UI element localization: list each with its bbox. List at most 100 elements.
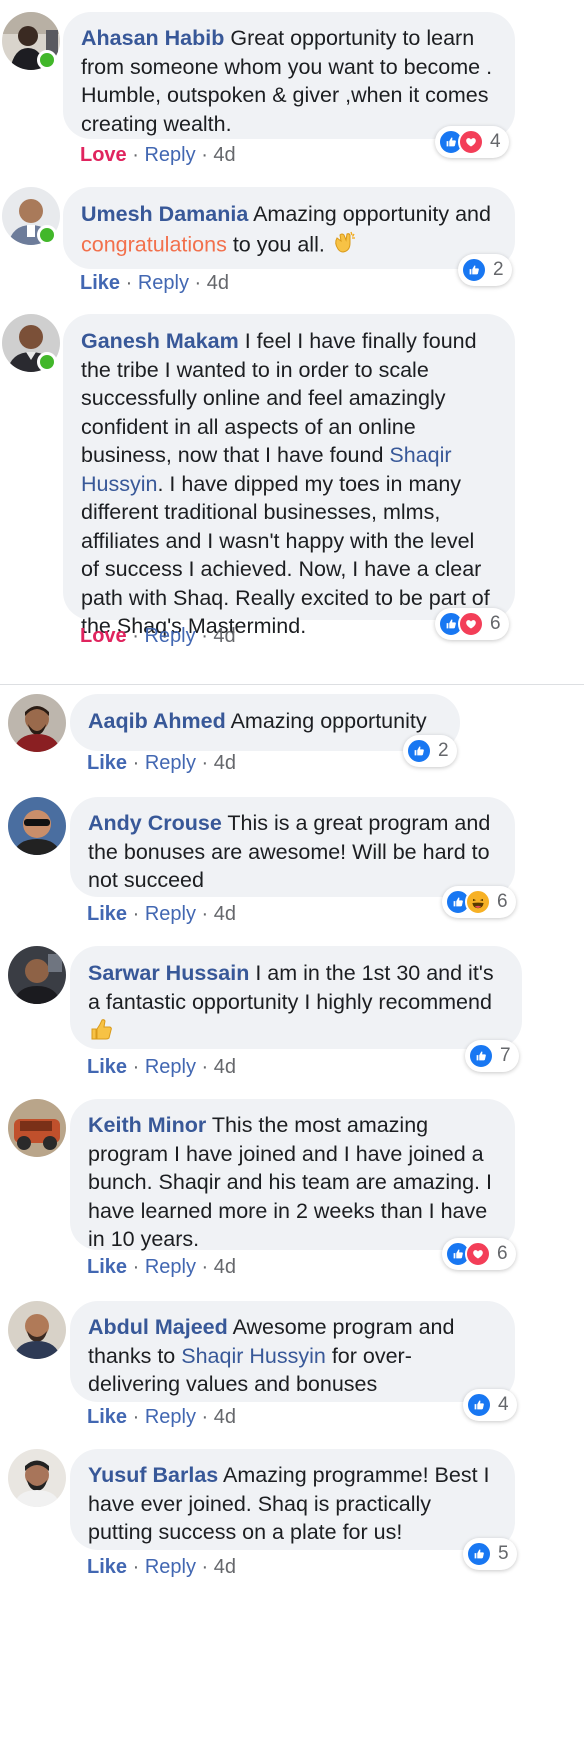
comment-timestamp[interactable]: 4d <box>214 752 236 774</box>
love-icon <box>458 611 484 637</box>
separator: · <box>201 903 209 925</box>
reply-button[interactable]: Reply <box>145 1556 196 1578</box>
like-icon <box>466 1392 492 1418</box>
reply-button[interactable]: Reply <box>145 1256 196 1278</box>
reaction-summary[interactable]: 2 <box>458 254 512 286</box>
comment-actions: Like · Reply · 4d <box>87 752 236 775</box>
love-reaction-button[interactable]: Love <box>80 144 127 166</box>
comment-timestamp[interactable]: 4d <box>214 1556 236 1578</box>
reaction-summary[interactable]: 6 <box>435 608 509 640</box>
comment-actions: Like · Reply · 4d <box>87 1406 236 1429</box>
reply-button[interactable]: Reply <box>145 903 196 925</box>
comment-timestamp[interactable]: 4d <box>207 272 229 294</box>
like-button[interactable]: Like <box>87 1406 127 1428</box>
comment-actions: Love · Reply · 4d <box>80 144 236 167</box>
like-button[interactable]: Like <box>87 903 127 925</box>
mention-link[interactable]: Shaqir Hussyin <box>181 1344 326 1368</box>
separator: · <box>132 1256 140 1278</box>
comment-bubble: Ganesh Makam I feel I have finally found… <box>63 314 515 638</box>
comment-author-link[interactable]: Andy Crouse <box>88 811 222 835</box>
comment-text: . I have dipped my toes in many differen… <box>81 471 490 639</box>
reply-button[interactable]: Reply <box>144 625 195 647</box>
comment-bubble: Keith Minor This the most amazing progra… <box>70 1099 515 1251</box>
separator: · <box>132 1056 140 1078</box>
love-icon <box>465 1241 491 1267</box>
comment-timestamp[interactable]: 4d <box>214 1256 236 1278</box>
congratulations-highlight: congratulations <box>81 231 227 256</box>
online-status-indicator <box>37 225 57 245</box>
comment-timestamp[interactable]: 4d <box>213 144 235 166</box>
reply-button[interactable]: Reply <box>145 1056 196 1078</box>
thumbs-up-emoji <box>88 1016 114 1050</box>
online-status-indicator <box>37 50 57 70</box>
comment-bubble: Yusuf Barlas Amazing programme! Best I h… <box>70 1449 515 1550</box>
reply-button[interactable]: Reply <box>144 144 195 166</box>
separator: · <box>132 1556 140 1578</box>
comment-actions: Like · Reply · 4d <box>87 903 236 926</box>
avatar[interactable] <box>8 694 66 752</box>
comment-bubble: Sarwar Hussain I am in the 1st 30 and it… <box>70 946 522 1049</box>
avatar[interactable] <box>8 946 66 1004</box>
comment-text: to you all. <box>232 231 325 256</box>
section-divider <box>0 684 584 685</box>
like-button[interactable]: Like <box>87 752 127 774</box>
comment-actions: Love · Reply · 4d <box>80 625 236 648</box>
avatar[interactable] <box>8 1099 66 1157</box>
reaction-count: 2 <box>493 259 504 280</box>
comment-author-link[interactable]: Ganesh Makam <box>81 329 239 353</box>
reaction-count: 5 <box>498 1543 509 1564</box>
reply-button[interactable]: Reply <box>145 752 196 774</box>
reaction-count: 6 <box>497 1243 508 1264</box>
like-button[interactable]: Like <box>80 272 120 294</box>
avatar[interactable] <box>8 797 66 855</box>
comment-actions: Like · Reply · 4d <box>87 1556 236 1579</box>
comment-author-link[interactable]: Sarwar Hussain <box>88 961 249 985</box>
avatar[interactable] <box>8 1449 66 1507</box>
comment-author-link[interactable]: Ahasan Habib <box>81 26 224 50</box>
like-button[interactable]: Like <box>87 1056 127 1078</box>
comment-bubble: Aaqib Ahmed Amazing opportunity <box>70 694 460 751</box>
separator: · <box>132 903 140 925</box>
comment-timestamp[interactable]: 4d <box>214 1056 236 1078</box>
reaction-summary[interactable]: 6 <box>442 886 516 918</box>
comment-bubble: Ahasan Habib Great opportunity to learn … <box>63 12 515 139</box>
like-button[interactable]: Like <box>87 1256 127 1278</box>
clapping-hands-icon <box>331 229 357 263</box>
like-icon <box>461 257 487 283</box>
haha-icon <box>465 889 491 915</box>
separator: · <box>201 625 208 647</box>
love-reaction-button[interactable]: Love <box>80 625 127 647</box>
avatar[interactable] <box>8 1301 66 1359</box>
comment-author-link[interactable]: Aaqib Ahmed <box>88 709 226 733</box>
separator: · <box>132 144 139 166</box>
comment-author-link[interactable]: Yusuf Barlas <box>88 1463 218 1487</box>
reaction-count: 4 <box>490 131 501 152</box>
reaction-count: 4 <box>498 1394 509 1415</box>
comment-author-link[interactable]: Abdul Majeed <box>88 1315 228 1339</box>
separator: · <box>201 1556 209 1578</box>
online-status-indicator <box>37 352 57 372</box>
like-button[interactable]: Like <box>87 1556 127 1578</box>
comment-timestamp[interactable]: 4d <box>214 1406 236 1428</box>
separator: · <box>132 752 140 774</box>
reply-button[interactable]: Reply <box>138 272 189 294</box>
separator: · <box>132 1406 140 1428</box>
separator: · <box>201 1056 209 1078</box>
reply-button[interactable]: Reply <box>145 1406 196 1428</box>
reaction-summary[interactable]: 4 <box>463 1389 517 1421</box>
reaction-count: 6 <box>490 613 501 634</box>
reaction-summary[interactable]: 7 <box>465 1040 519 1072</box>
comment-timestamp[interactable]: 4d <box>214 903 236 925</box>
comment-text: Amazing opportunity <box>230 709 427 733</box>
reaction-summary[interactable]: 6 <box>442 1238 516 1270</box>
separator: · <box>125 272 133 294</box>
reaction-summary[interactable]: 5 <box>463 1538 517 1570</box>
reaction-summary[interactable]: 2 <box>403 735 457 767</box>
comment-timestamp[interactable]: 4d <box>213 625 235 647</box>
reaction-count: 7 <box>500 1045 511 1066</box>
comment-author-link[interactable]: Keith Minor <box>88 1113 206 1137</box>
comment-author-link[interactable]: Umesh Damania <box>81 202 248 226</box>
reaction-summary[interactable]: 4 <box>435 126 509 158</box>
separator: · <box>201 1256 209 1278</box>
separator: · <box>201 752 209 774</box>
